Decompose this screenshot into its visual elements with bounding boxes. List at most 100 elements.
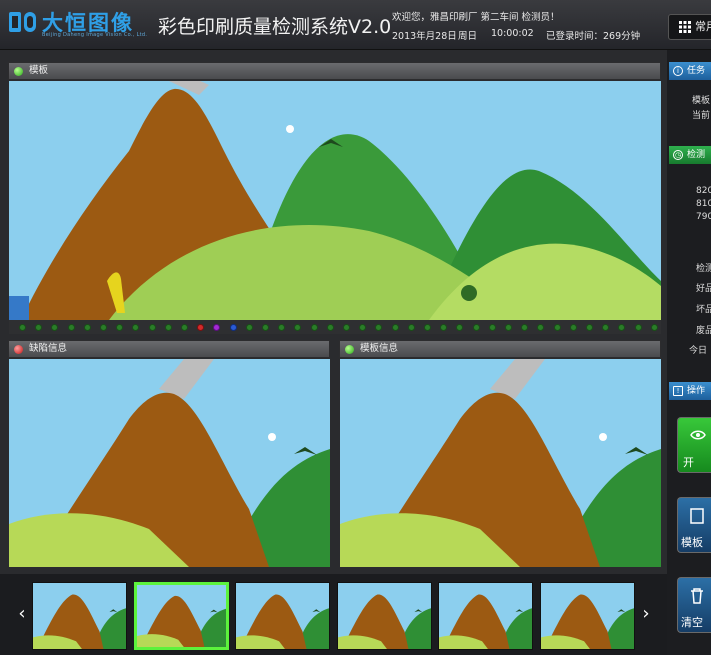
frame-indicator-dot [586, 324, 593, 331]
frame-indicator-dot [294, 324, 302, 331]
clear-button[interactable]: 清空 [677, 577, 711, 633]
thumbnail-prev-button[interactable]: ‹ [14, 604, 30, 624]
detect-value-3: 790 [696, 212, 711, 222]
frame-indicator-dot [310, 324, 318, 331]
frame-indicator-dot [245, 324, 253, 331]
frame-indicator-dot [67, 324, 75, 331]
frame-indicator-dot [359, 324, 367, 331]
status-green-icon [14, 67, 23, 76]
template-panel-title: 模板 [29, 65, 49, 76]
operation-section-title: 操作 [687, 386, 706, 396]
frame-indicator-dot [148, 324, 156, 331]
frame-indicator-dot [634, 324, 642, 331]
frame-indicator-dot [262, 324, 269, 331]
frame-indicator-dot [100, 324, 107, 331]
daheng-logo-icon [9, 12, 36, 32]
frame-indicator-dot [488, 324, 496, 331]
template-button-label: 模板 [681, 536, 703, 549]
start-button-label: 开 [683, 456, 694, 469]
task-section-title: 任务 [687, 66, 706, 76]
stat-waste-label: 废品 [696, 326, 711, 336]
frame-indicator-dot [51, 324, 59, 331]
frame-indicator-dot [213, 324, 221, 331]
template-info-image-view[interactable] [340, 359, 661, 567]
task-template-label: 模板 [692, 96, 711, 106]
app-window: 大恒图像 Beijing Daheng Image Vision Co., Lt… [0, 0, 711, 655]
status-red-icon [14, 345, 23, 354]
current-time: 10:00:02 [491, 28, 534, 39]
defect-image-view[interactable] [9, 359, 330, 567]
start-button[interactable]: 开 [677, 417, 711, 473]
template-info-panel-header: 模板信息 [339, 340, 661, 358]
thumbnail-bar: ‹ › [0, 574, 667, 655]
frame-indicator-dot [602, 324, 610, 331]
stat-good-label: 好品 [696, 284, 711, 294]
template-button[interactable]: 模板 [677, 497, 711, 553]
common-menu-button[interactable]: 常用 [668, 14, 711, 40]
thumbnail-item[interactable] [133, 582, 229, 650]
thumbnail-item[interactable] [438, 582, 533, 650]
current-date: 2013年月28日 [392, 31, 457, 42]
template-info-panel-title: 模板信息 [360, 343, 399, 354]
thumbnail-item[interactable] [336, 582, 432, 650]
current-weekday: 周日 [458, 31, 478, 42]
frame-indicator-dot [456, 324, 464, 331]
frame-indicator-dot [472, 324, 480, 331]
task-current-label: 当前 [692, 111, 711, 121]
defect-landscape-image [9, 359, 330, 567]
stat-today-label: 今日 [689, 346, 708, 356]
frame-indicator-dot [553, 324, 561, 331]
frame-indicator-dot [569, 324, 577, 331]
thumbnail-image [236, 583, 329, 649]
frame-indicator-dot [197, 324, 205, 331]
thumbnail-image [439, 583, 532, 649]
thumbnail-item[interactable] [539, 582, 635, 650]
detect-value-1: 820 [696, 186, 711, 196]
stat-bad-label: 坏品 [696, 305, 711, 315]
frame-indicator-dot [424, 324, 431, 331]
operation-section-header: ! 操作 [669, 382, 711, 400]
frame-indicator-dot [116, 324, 124, 331]
frame-indicator-dot [132, 324, 140, 331]
clear-button-label: 清空 [681, 616, 703, 629]
frame-indicator-dot [537, 324, 545, 331]
frame-indicator-dot [391, 324, 399, 331]
app-header: 大恒图像 Beijing Daheng Image Vision Co., Lt… [0, 0, 711, 50]
frame-indicator-dot [229, 324, 237, 331]
thumbnail-item[interactable] [235, 582, 330, 650]
frame-indicator-dot [343, 324, 350, 331]
document-icon [690, 508, 704, 524]
detect-section-header: ◷ 检测 [669, 146, 711, 164]
info-icon: i [673, 66, 683, 76]
defect-panel-title: 缺陷信息 [29, 343, 68, 354]
frame-indicator-strip [9, 320, 661, 334]
task-section-header: i 任务 [669, 62, 711, 80]
frame-indicator-dot [618, 324, 626, 331]
thumbnail-image [540, 583, 634, 649]
thumbnail-image [33, 583, 126, 649]
detect-value-2: 810 [696, 199, 711, 209]
frame-indicator-dot [278, 324, 286, 331]
thumbnail-item[interactable] [32, 582, 127, 650]
trash-icon [691, 588, 703, 604]
template-image-view[interactable] [9, 81, 661, 320]
stat-detected-label: 检测 [696, 264, 711, 274]
template-panel-header: 模板 [8, 62, 661, 80]
frame-indicator-dot [35, 324, 43, 331]
frame-indicator-dot [83, 324, 91, 331]
thumbnail-image [337, 583, 431, 649]
detect-section-title: 检测 [687, 150, 706, 160]
frame-indicator-dot [375, 324, 383, 331]
eye-icon [690, 430, 706, 440]
frame-indicator-dot [164, 324, 172, 331]
frame-indicator-dot [650, 324, 658, 331]
operation-icon: ! [673, 386, 683, 396]
thumbnail-next-button[interactable]: › [638, 604, 654, 624]
landscape-scene-image [9, 81, 661, 320]
common-menu-label: 常用 [695, 20, 711, 33]
grid-icon [679, 21, 691, 33]
system-title: 彩色印刷质量检测系统V2.0 [158, 16, 392, 38]
template-landscape-image [340, 359, 661, 567]
frame-indicator-dot [19, 324, 26, 331]
welcome-message: 欢迎您，雅昌印刷厂 第二车间 检测员！ [392, 12, 560, 23]
